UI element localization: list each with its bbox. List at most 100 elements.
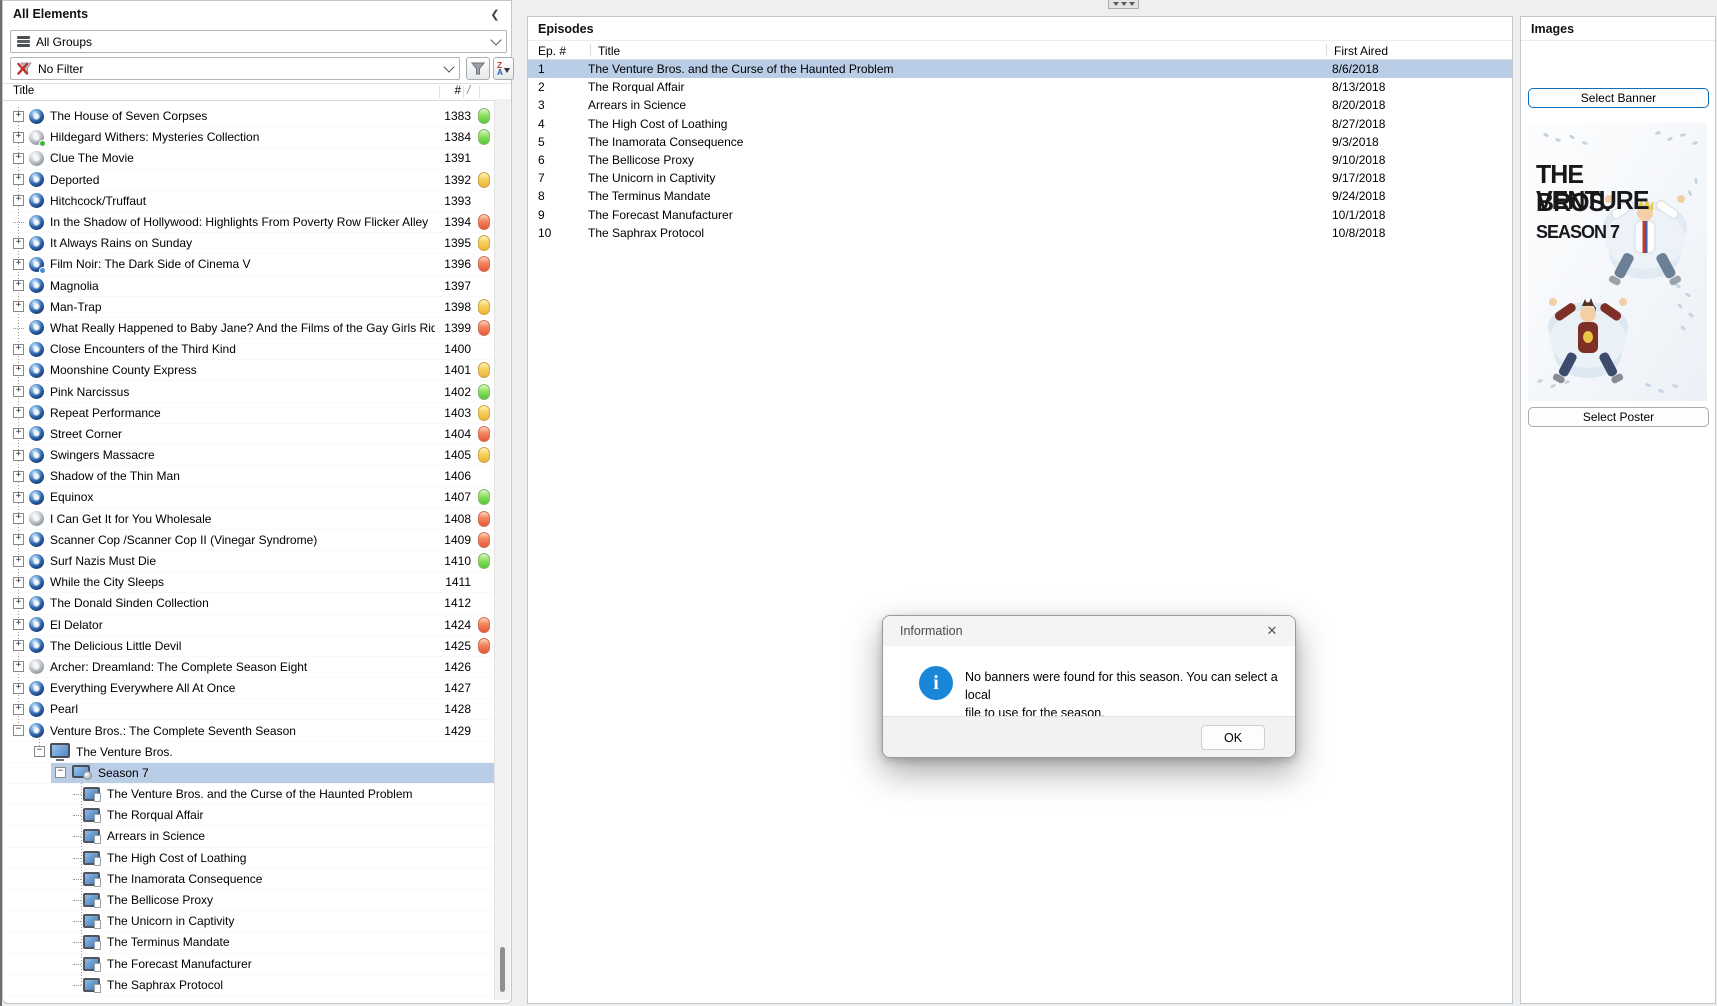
tree-row[interactable]: + The Delicious Little Devil 1425 [3,636,497,657]
episode-row[interactable]: 5 The Inamorata Consequence 9/3/2018 [528,133,1512,151]
expand-node-toggle[interactable]: + [13,110,24,122]
tree-row-season-selected[interactable]: − Season 7 [3,762,497,784]
expand-node-toggle[interactable]: + [13,597,24,609]
tree-row-episode[interactable]: The Saphrax Protocol [3,975,497,996]
column-ep-number[interactable]: Ep. # [538,44,566,58]
expand-node-toggle[interactable]: + [13,470,24,482]
expand-node-toggle[interactable]: + [13,131,24,143]
scrollbar-thumb[interactable] [500,947,505,992]
expand-node-toggle[interactable]: + [13,364,24,376]
tree-row[interactable]: + Swingers Massacre 1405 [3,445,497,466]
episode-row-selected[interactable]: 1 The Venture Bros. and the Curse of the … [528,60,1512,79]
filter-funnel-button[interactable] [466,57,490,80]
episode-row[interactable]: 6 The Bellicose Proxy 9/10/2018 [528,151,1512,169]
column-ep-title[interactable]: Title [598,44,620,58]
tree-row[interactable]: + Everything Everywhere All At Once 1427 [3,678,497,699]
tree-row[interactable]: + Pearl 1428 [3,699,497,720]
tree-row[interactable]: + Hitchcock/Truffaut 1393 [3,191,497,212]
splitter-grip[interactable] [1108,0,1139,9]
tree-row-episode[interactable]: The Venture Bros. and the Curse of the H… [3,784,497,805]
expand-node-toggle[interactable]: + [13,555,24,567]
episode-row[interactable]: 9 The Forecast Manufacturer 10/1/2018 [528,206,1512,224]
expand-node-toggle[interactable]: + [13,534,24,546]
expand-node-toggle[interactable]: + [13,280,24,292]
tree-row[interactable]: + Magnolia 1397 [3,276,497,297]
tree-row[interactable]: + El Delator 1424 [3,615,497,636]
expand-node-toggle[interactable]: + [13,195,24,207]
tree-row[interactable]: + Surf Nazis Must Die 1410 [3,551,497,572]
tree-row-episode[interactable]: The Inamorata Consequence [3,869,497,890]
expand-node-toggle[interactable]: + [13,386,24,398]
tree-row[interactable]: + Deported 1392 [3,170,497,191]
expand-node-toggle[interactable]: + [13,491,24,503]
episode-row[interactable]: 8 The Terminus Mandate 9/24/2018 [528,187,1512,205]
tree-row-episode[interactable]: The Bellicose Proxy [3,890,497,911]
episode-row[interactable]: 2 The Rorqual Affair 8/13/2018 [528,78,1512,96]
collapse-node-toggle[interactable]: − [55,767,66,779]
tree-row[interactable]: + Equinox 1407 [3,487,497,508]
expand-node-toggle[interactable]: + [13,301,24,313]
tree-row-series[interactable]: − The Venture Bros. [3,742,497,763]
tree-row[interactable]: What Really Happened to Baby Jane? And t… [3,318,497,339]
tree-row[interactable]: + Repeat Performance 1403 [3,403,497,424]
select-banner-button[interactable]: Select Banner [1528,88,1709,108]
tree-row[interactable]: + Close Encounters of the Third Kind 1400 [3,339,497,360]
tree-row[interactable]: + I Can Get It for You Wholesale 1408 [3,509,497,530]
groups-dropdown[interactable]: All Groups [10,30,507,53]
tree-row-episode[interactable]: The Unicorn in Captivity [3,911,497,932]
tree-row-episode[interactable]: The Rorqual Affair [3,805,497,826]
tree-row[interactable]: + While the City Sleeps 1411 [3,572,497,593]
expand-node-toggle[interactable]: + [13,258,24,270]
ok-button[interactable]: OK [1201,725,1265,750]
collapse-node-toggle[interactable]: − [13,725,24,737]
expand-node-toggle[interactable]: + [13,513,24,525]
tree-row[interactable]: + Street Corner 1404 [3,424,497,445]
episodes-column-header[interactable]: Ep. # Title First Aired [528,41,1512,60]
tree-row[interactable]: + Clue The Movie 1391 [3,148,497,169]
tree-row-episode[interactable]: The High Cost of Loathing [3,848,497,869]
expand-node-toggle[interactable]: + [13,576,24,588]
expand-node-toggle[interactable]: + [13,343,24,355]
column-slash[interactable]: / [467,85,470,97]
selected-row-highlight[interactable]: − Season 7 [51,762,497,783]
expand-node-toggle[interactable]: + [13,152,24,164]
tree-row[interactable]: − Venture Bros.: The Complete Seventh Sea… [3,720,497,741]
expand-node-toggle[interactable]: + [13,237,24,249]
tree-row[interactable]: + The Donald Sinden Collection 1412 [3,593,497,614]
dialog-titlebar[interactable]: Information ✕ [883,616,1295,646]
tree-row[interactable]: In the Shadow of Hollywood: Highlights F… [3,212,497,233]
column-first-aired[interactable]: First Aired [1334,44,1388,58]
tree-row[interactable]: + Pink Narcissus 1402 [3,381,497,402]
column-number[interactable]: # [443,85,461,97]
column-title[interactable]: Title [13,85,34,97]
tree-row-episode[interactable]: The Terminus Mandate [3,932,497,953]
collapse-node-toggle[interactable]: − [34,746,45,758]
close-icon[interactable]: ✕ [1263,622,1281,640]
select-poster-button[interactable]: Select Poster [1528,407,1709,427]
tree-row[interactable]: + The House of Seven Corpses 1383 [3,106,497,127]
expand-node-toggle[interactable]: + [13,619,24,631]
tree-row-episode[interactable]: The Forecast Manufacturer [3,954,497,975]
episode-row[interactable]: 4 The High Cost of Loathing 8/27/2018 [528,115,1512,133]
expand-node-toggle[interactable]: + [13,661,24,673]
tree-row[interactable]: + Hildegard Withers: Mysteries Collection… [3,127,497,148]
episode-row[interactable]: 7 The Unicorn in Captivity 9/17/2018 [528,169,1512,187]
tree-row[interactable]: + Moonshine County Express 1401 [3,360,497,381]
tree-row[interactable]: + Man-Trap 1398 [3,297,497,318]
episode-row[interactable]: 3 Arrears in Science 8/20/2018 [528,96,1512,114]
expand-node-toggle[interactable]: + [13,407,24,419]
expand-node-toggle[interactable]: + [13,682,24,694]
tree-row[interactable]: + Film Noir: The Dark Side of Cinema V 139… [3,254,497,275]
expand-node-toggle[interactable]: + [13,703,24,715]
expand-node-toggle[interactable]: + [13,174,24,186]
sort-za-button[interactable]: ZA [493,57,514,80]
expand-node-toggle[interactable]: + [13,428,24,440]
expand-node-toggle[interactable]: + [13,640,24,652]
tree-row[interactable]: + Scanner Cop /Scanner Cop II (Vinegar Sy… [3,530,497,551]
tree-row[interactable]: + It Always Rains on Sunday 1395 [3,233,497,254]
collapse-panel-button[interactable]: ❮ [487,6,503,22]
filter-dropdown[interactable]: No Filter [10,57,460,80]
tree-row-episode[interactable]: Arrears in Science [3,826,497,847]
tree-row[interactable]: + Shadow of the Thin Man 1406 [3,466,497,487]
tree-row[interactable]: + Archer: Dreamland: The Complete Season … [3,657,497,678]
